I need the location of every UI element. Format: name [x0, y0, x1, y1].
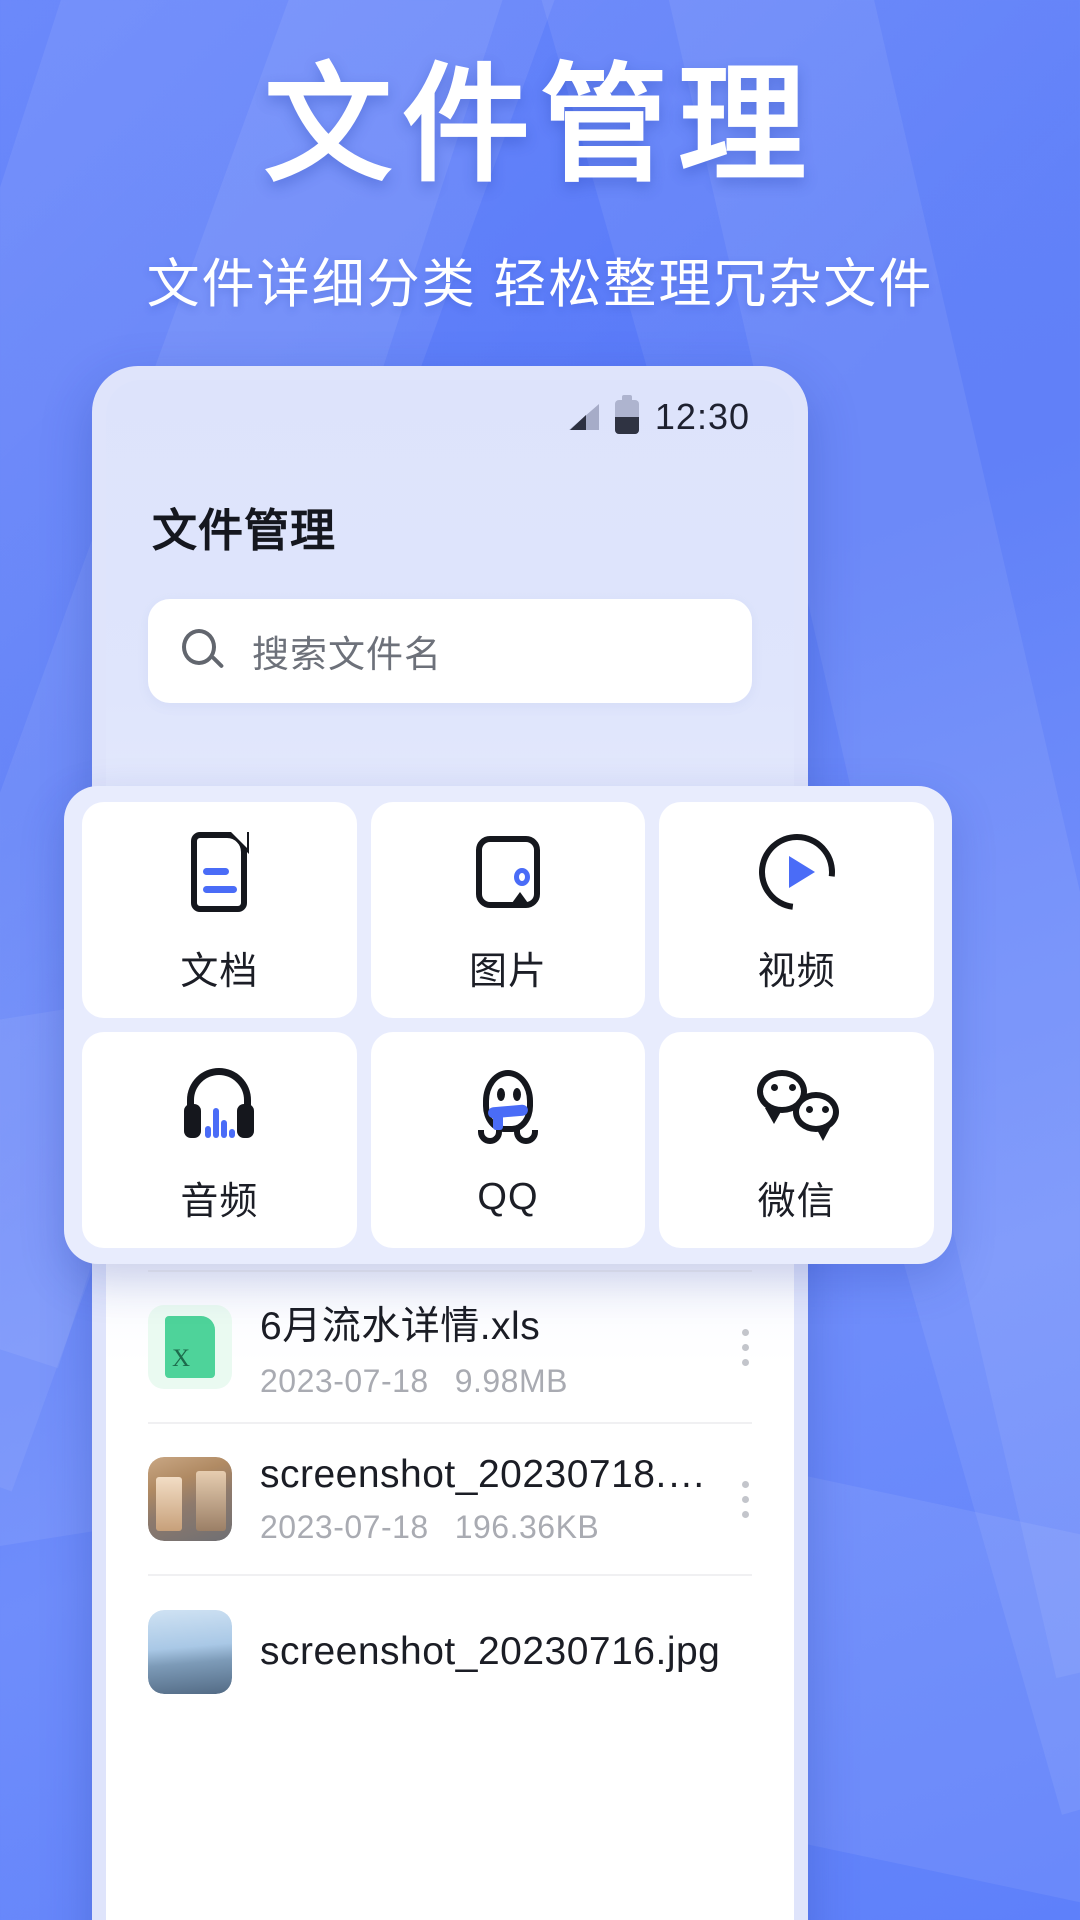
more-vertical-icon[interactable]: [742, 1480, 752, 1518]
file-meta: screenshot_20230718.jpg 2023-07-18 196.36…: [260, 1453, 714, 1546]
category-card-document[interactable]: 文档: [82, 802, 357, 1018]
battery-icon: [614, 395, 639, 434]
category-card-qq[interactable]: QQ: [370, 1032, 646, 1248]
category-label: 微信: [757, 1180, 836, 1223]
category-label: 音频: [180, 1180, 259, 1223]
category-label: QQ: [477, 1175, 539, 1218]
category-panel[interactable]: 文档 图片 视频 音频 QQ 微信: [64, 786, 952, 1264]
video-play-icon: [743, 818, 850, 925]
status-bar: 12:30: [106, 380, 794, 454]
photo-thumb-1: [148, 1457, 232, 1541]
promo-title: 文件管理: [263, 54, 816, 197]
wechat-bubbles-icon: [751, 1056, 843, 1148]
more-vertical-icon[interactable]: [742, 1328, 752, 1366]
category-card-image[interactable]: 图片: [370, 802, 646, 1018]
table-row[interactable]: screenshot_20230718.jpg 2023-07-18 196.36…: [148, 1424, 752, 1576]
file-meta: 6月流水详情.xls 2023-07-18 9.98MB: [260, 1295, 714, 1400]
file-meta: screenshot_20230716.jpg: [260, 1630, 752, 1674]
promo-subtitle: 文件详细分类 轻松整理冗杂文件: [146, 255, 934, 314]
file-size: 9.98MB: [454, 1362, 568, 1399]
file-date: 2023-07-18: [260, 1362, 429, 1399]
search-box[interactable]: 搜索文件名: [148, 599, 752, 703]
file-subline: 2023-07-18 196.36KB: [260, 1509, 714, 1546]
photo-thumb-2: [148, 1610, 232, 1694]
category-card-audio[interactable]: 音频: [82, 1032, 357, 1248]
file-size: 196.36KB: [454, 1508, 600, 1545]
page-title: 文件管理: [152, 505, 337, 556]
headphones-icon: [173, 1056, 265, 1148]
category-label: 图片: [468, 950, 547, 993]
table-row[interactable]: X 6月流水详情.xls 2023-07-18 9.98MB: [148, 1272, 752, 1424]
document-icon: [173, 826, 265, 918]
image-icon: [462, 826, 554, 918]
category-card-wechat[interactable]: 微信: [659, 1032, 934, 1248]
table-row[interactable]: screenshot_20230716.jpg: [148, 1576, 752, 1728]
file-name: 6月流水详情.xls: [260, 1304, 541, 1348]
file-subline: 2023-07-18 9.98MB: [260, 1363, 714, 1400]
category-card-video[interactable]: 视频: [659, 802, 934, 1018]
search-bar[interactable]: 搜索文件名: [148, 599, 752, 703]
search-input-placeholder[interactable]: 搜索文件名: [252, 624, 442, 678]
file-name: screenshot_20230716.jpg: [260, 1630, 721, 1673]
qq-penguin-icon: [462, 1062, 554, 1154]
promo-header: 文件管理 文件详细分类 轻松整理冗杂文件: [0, 0, 1080, 314]
file-name: screenshot_20230718.jpg: [260, 1452, 714, 1496]
signal-bars-icon: [568, 404, 599, 430]
search-icon: [182, 629, 226, 673]
category-label: 文档: [180, 950, 259, 993]
file-date: 2023-07-18: [260, 1508, 429, 1545]
status-bar-time: 12:30: [654, 396, 750, 437]
category-label: 视频: [757, 950, 836, 993]
xls-spreadsheet-thumb: X: [148, 1305, 232, 1389]
